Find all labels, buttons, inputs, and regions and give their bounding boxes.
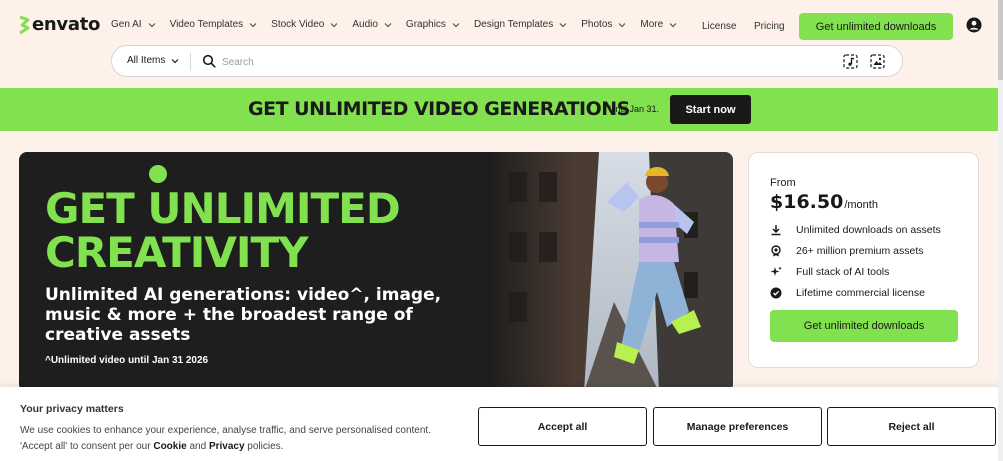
manage-preferences-button[interactable]: Manage preferences xyxy=(653,407,822,446)
nav-audio[interactable]: Audio xyxy=(352,19,392,30)
chevron-down-icon xyxy=(559,22,567,27)
main-nav: Gen AI Video Templates Stock Video Audio… xyxy=(111,19,691,30)
search-icon[interactable] xyxy=(202,54,216,68)
nav-label: More xyxy=(640,19,664,30)
accept-all-button[interactable]: Accept all xyxy=(478,407,647,446)
nav-photos[interactable]: Photos xyxy=(581,19,626,30)
nav-stock-video[interactable]: Stock Video xyxy=(271,19,338,30)
cookie-text-part2: policies. xyxy=(244,441,284,452)
cookie-policy-link[interactable]: Cookie xyxy=(153,441,186,452)
nav-label: Video Templates xyxy=(169,19,244,30)
price-period: /month xyxy=(844,199,878,211)
cookie-title: Your privacy matters xyxy=(20,403,124,415)
chevron-down-icon xyxy=(148,22,156,27)
feature-label: Full stack of AI tools xyxy=(796,266,890,278)
category-select[interactable]: All Items xyxy=(127,55,179,66)
start-now-button[interactable]: Start now xyxy=(670,95,751,124)
hero-photo xyxy=(489,152,733,392)
hero-title-line2: CREATIVITY xyxy=(45,228,309,277)
feature-item: Lifetime commercial license xyxy=(770,287,925,299)
hero-title-line1: GET UNLIMITED xyxy=(45,184,401,233)
cookie-banner: Your privacy matters We use cookies to e… xyxy=(0,387,1003,461)
sparkle-icon xyxy=(770,266,782,276)
download-icon xyxy=(771,225,781,236)
feature-item: Unlimited downloads on assets xyxy=(770,224,941,236)
promo-banner: GET UNLIMITED VIDEO GENERATIONS Until Ja… xyxy=(0,88,1003,131)
image-search-icon[interactable] xyxy=(870,54,885,69)
nav-gen-ai[interactable]: Gen AI xyxy=(111,19,156,30)
nav-label: Graphics xyxy=(405,19,446,30)
badge-icon xyxy=(771,245,781,257)
privacy-policy-link[interactable]: Privacy xyxy=(209,441,245,452)
price-amount: $16.50 xyxy=(770,191,844,213)
envato-leaf-icon xyxy=(19,15,30,34)
promo-title: GET UNLIMITED VIDEO GENERATIONS xyxy=(248,98,630,120)
feature-label: 26+ million premium assets xyxy=(796,245,924,257)
feature-item: Full stack of AI tools xyxy=(770,266,889,278)
search-input[interactable] xyxy=(222,53,722,71)
hero-banner: GET UNLIMITED CREATIVITY Unlimited AI ge… xyxy=(19,152,733,392)
hero-accent-dot xyxy=(149,165,167,183)
card-get-unlimited-downloads-button[interactable]: Get unlimited downloads xyxy=(770,310,958,342)
chevron-down-icon xyxy=(669,22,677,27)
chevron-down-icon xyxy=(330,22,338,27)
search-divider xyxy=(190,53,191,71)
feature-item: 26+ million premium assets xyxy=(770,245,924,257)
user-icon[interactable] xyxy=(966,17,982,33)
nav-more[interactable]: More xyxy=(640,19,677,30)
cookie-text-and: and xyxy=(186,441,209,452)
chevron-down-icon xyxy=(452,22,460,27)
envato-logo[interactable]: envato xyxy=(18,14,100,35)
price: $16.50 /month xyxy=(770,191,878,213)
check-badge-icon xyxy=(770,287,782,299)
pricing-link[interactable]: Pricing xyxy=(754,21,785,32)
top-header: envato Gen AI Video Templates Stock Vide… xyxy=(0,0,1003,88)
feature-label: Unlimited downloads on assets xyxy=(796,224,941,236)
nav-label: Design Templates xyxy=(473,19,554,30)
promo-subtitle: Until Jan 31. xyxy=(609,104,660,114)
nav-video-templates[interactable]: Video Templates xyxy=(170,19,258,30)
cookie-text: We use cookies to enhance your experienc… xyxy=(20,423,440,455)
chevron-down-icon xyxy=(249,22,257,27)
chevron-down-icon xyxy=(384,22,392,27)
nav-label: Audio xyxy=(352,19,378,30)
license-link[interactable]: License xyxy=(702,21,736,32)
hero-subtitle: Unlimited AI generations: video^, image,… xyxy=(45,285,442,345)
logo-text: envato xyxy=(32,14,101,35)
get-unlimited-downloads-button[interactable]: Get unlimited downloads xyxy=(799,13,953,40)
nav-design-templates[interactable]: Design Templates xyxy=(474,19,567,30)
hero-title: GET UNLIMITED CREATIVITY xyxy=(45,184,401,277)
nav-label: Gen AI xyxy=(111,19,142,30)
audio-search-icon[interactable] xyxy=(843,54,858,69)
category-label: All Items xyxy=(127,55,166,66)
hero-footnote: ^Unlimited video until Jan 31 2026 xyxy=(45,355,209,366)
chevron-down-icon xyxy=(618,22,626,27)
nav-graphics[interactable]: Graphics xyxy=(406,19,460,30)
reject-all-button[interactable]: Reject all xyxy=(827,407,996,446)
scrollbar-thumb[interactable] xyxy=(998,0,1003,80)
search-bar: All Items xyxy=(111,45,903,77)
chevron-down-icon xyxy=(171,58,179,63)
feature-label: Lifetime commercial license xyxy=(796,287,925,299)
nav-label: Stock Video xyxy=(271,19,325,30)
price-from-label: From xyxy=(770,177,796,189)
nav-label: Photos xyxy=(581,19,613,30)
pricing-card: From $16.50 /month Unlimited downloads o… xyxy=(748,152,979,368)
